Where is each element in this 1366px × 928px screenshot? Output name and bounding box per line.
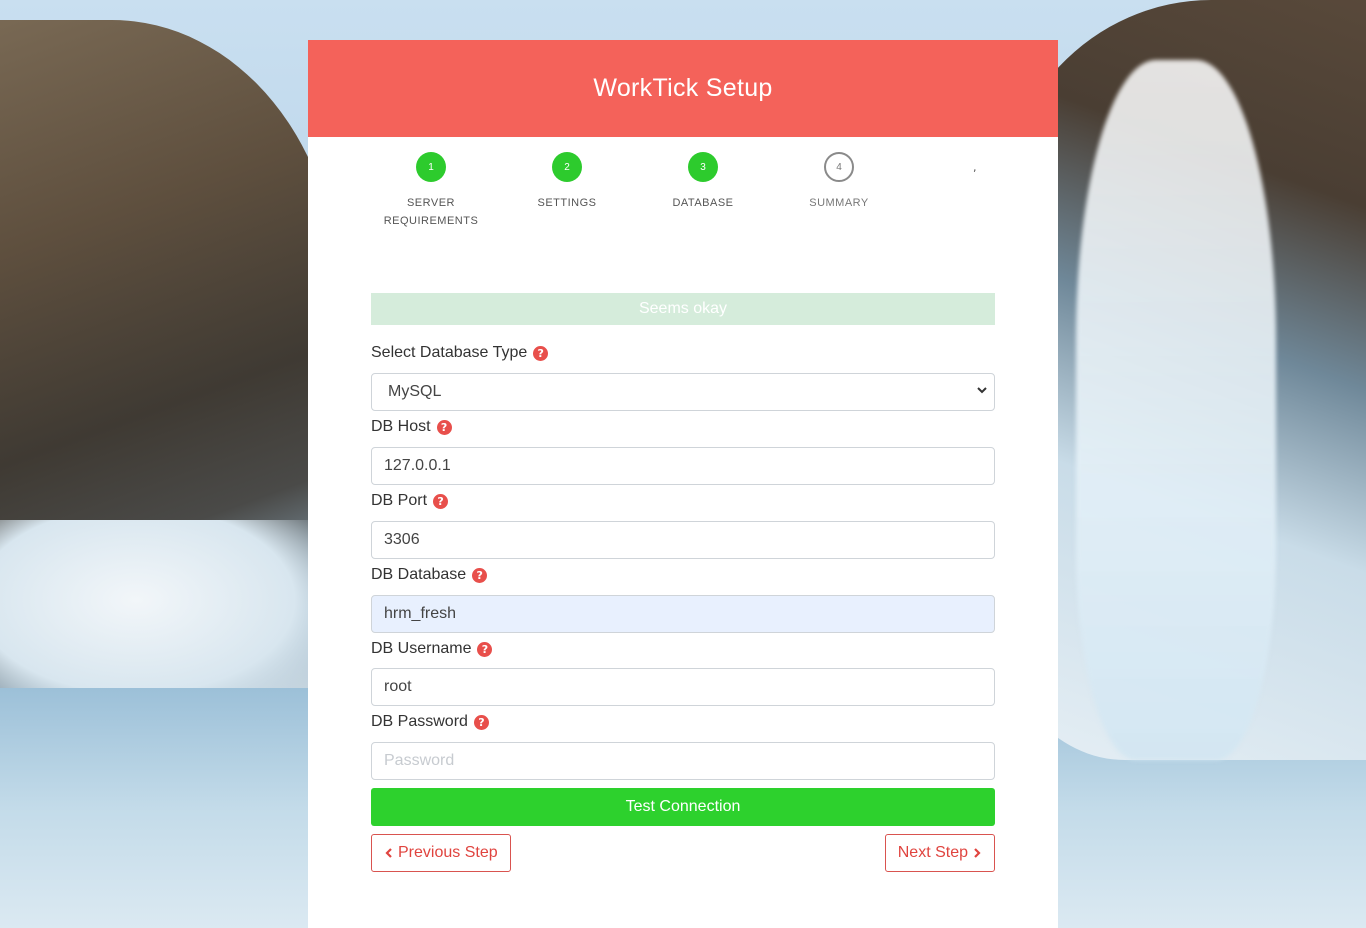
setup-header: WorkTick Setup [308, 40, 1058, 137]
wizard-steps: 1 SERVER REQUIREMENTS 2 SETTINGS 3 DATAB… [308, 137, 1058, 293]
db-username-label-text: DB Username [371, 640, 472, 657]
question-circle-icon[interactable]: ? [436, 419, 452, 435]
db-port-input[interactable] [371, 521, 995, 559]
step-trailing-mark: , [973, 161, 977, 174]
status-alert: Seems okay [371, 293, 995, 325]
step-label: DATABASE [672, 197, 734, 209]
chevron-left-icon [385, 848, 392, 858]
db-type-select[interactable]: MySQL [371, 373, 995, 411]
db-host-label: DB Host ? [371, 415, 995, 439]
question-circle-icon[interactable]: ? [533, 345, 549, 361]
db-database-input[interactable] [371, 595, 995, 633]
step-label: SUMMARY [809, 197, 869, 209]
step-number-badge: 3 [688, 152, 718, 182]
db-type-label-text: Select Database Type [371, 344, 528, 361]
question-circle-icon[interactable]: ? [433, 493, 449, 509]
db-password-label: DB Password ? [371, 710, 995, 734]
db-host-input[interactable] [371, 447, 995, 485]
previous-step-button[interactable]: Previous Step [371, 834, 511, 872]
question-circle-icon[interactable]: ? [477, 641, 493, 657]
database-form: Seems okay Select Database Type ? MySQL … [371, 293, 995, 872]
step-label: SETTINGS [537, 197, 597, 209]
step-server-requirements[interactable]: 1 SERVER REQUIREMENTS [366, 152, 496, 230]
step-settings[interactable]: 2 SETTINGS [502, 152, 632, 212]
setup-card: WorkTick Setup 1 SERVER REQUIREMENTS 2 S… [308, 40, 1058, 928]
background-frozen-waterfall [1076, 60, 1276, 760]
step-summary[interactable]: 4 SUMMARY [774, 152, 904, 212]
wizard-navigation: Previous Step Next Step [371, 834, 995, 872]
question-circle-icon[interactable]: ? [472, 567, 488, 583]
step-number-badge: 1 [416, 152, 446, 182]
chevron-right-icon [974, 848, 981, 858]
step-label-line1: SERVER [406, 197, 456, 209]
chevron-down-icon [977, 387, 987, 394]
db-database-label: DB Database ? [371, 563, 995, 587]
next-step-label: Next Step [897, 844, 968, 861]
db-type-select-value: MySQL [371, 373, 995, 411]
db-port-label: DB Port ? [371, 489, 995, 513]
step-label-line2: REQUIREMENTS [383, 215, 479, 227]
step-number-badge: 4 [824, 152, 854, 182]
db-username-input[interactable] [371, 668, 995, 706]
test-connection-button[interactable]: Test Connection [371, 788, 995, 826]
next-step-button[interactable]: Next Step [884, 834, 995, 872]
db-host-label-text: DB Host [371, 418, 431, 435]
db-port-label-text: DB Port [371, 492, 428, 509]
db-username-label: DB Username ? [371, 637, 995, 661]
previous-step-label: Previous Step [398, 844, 498, 861]
step-label: SERVER REQUIREMENTS [366, 194, 496, 230]
page-title: WorkTick Setup [593, 74, 773, 102]
db-password-label-text: DB Password [371, 713, 468, 730]
step-database[interactable]: 3 DATABASE [638, 152, 768, 212]
question-circle-icon[interactable]: ? [473, 714, 489, 730]
db-database-label-text: DB Database [371, 566, 467, 583]
db-password-input[interactable] [371, 742, 995, 780]
db-type-label: Select Database Type ? [371, 341, 995, 365]
step-number-badge: 2 [552, 152, 582, 182]
